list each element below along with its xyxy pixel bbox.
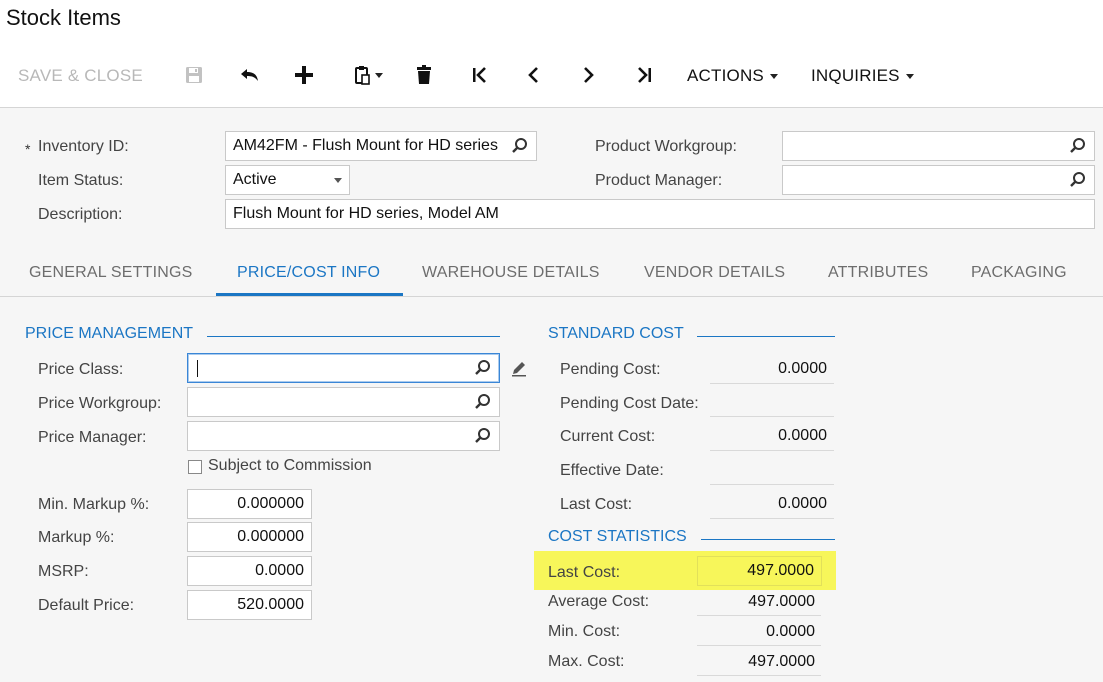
search-icon[interactable] — [1069, 171, 1087, 189]
section-divider — [701, 539, 835, 540]
actions-menu[interactable]: ACTIONS — [687, 66, 778, 86]
msrp-label: MSRP: — [38, 563, 89, 580]
max-cost-label: Max. Cost: — [548, 653, 625, 670]
subject-to-commission-checkbox[interactable] — [188, 460, 202, 474]
pending-cost-label: Pending Cost: — [560, 361, 661, 378]
effective-date-label: Effective Date: — [560, 462, 664, 479]
price-workgroup-label: Price Workgroup: — [38, 395, 162, 412]
pending-cost-value: 0.0000 — [778, 360, 827, 377]
price-workgroup-field[interactable] — [187, 387, 500, 417]
item-status-select[interactable]: Active — [225, 165, 350, 195]
field-underline — [710, 484, 834, 485]
next-record-icon[interactable] — [574, 61, 602, 89]
item-status-value: Active — [233, 171, 277, 188]
inventory-id-value: AM42FM - Flush Mount for HD series — [233, 137, 498, 154]
description-field[interactable]: Flush Mount for HD series, Model AM — [225, 199, 1095, 229]
markup-field[interactable]: 0.000000 — [187, 522, 312, 552]
max-cost-value: 497.0000 — [748, 653, 815, 670]
stat-last-cost-value: 497.0000 — [747, 562, 814, 579]
actions-label: ACTIONS — [687, 66, 764, 85]
undo-icon[interactable] — [236, 61, 264, 89]
average-cost-value: 497.0000 — [748, 593, 815, 610]
search-icon[interactable] — [474, 393, 492, 411]
min-markup-field[interactable]: 0.000000 — [187, 489, 312, 519]
chevron-down-icon — [769, 74, 778, 80]
delete-icon[interactable] — [410, 61, 438, 89]
save-icon[interactable] — [180, 61, 208, 89]
default-price-label: Default Price: — [38, 597, 135, 614]
edit-pencil-icon[interactable] — [510, 359, 528, 382]
stat-last-cost-field: 497.0000 — [697, 556, 822, 586]
tab-vendor-details[interactable]: VENDOR DETAILS — [644, 264, 785, 282]
min-markup-value: 0.000000 — [237, 495, 304, 512]
search-icon[interactable] — [474, 427, 492, 445]
price-class-label: Price Class: — [38, 361, 124, 378]
tab-packaging[interactable]: PACKAGING — [971, 264, 1067, 282]
first-record-icon[interactable] — [466, 61, 494, 89]
previous-record-icon[interactable] — [520, 61, 548, 89]
product-workgroup-label: Product Workgroup: — [595, 138, 737, 155]
current-cost-label: Current Cost: — [560, 428, 656, 445]
min-markup-label: Min. Markup %: — [38, 496, 150, 513]
product-workgroup-field[interactable] — [782, 131, 1095, 161]
description-value: Flush Mount for HD series, Model AM — [233, 205, 499, 222]
search-icon[interactable] — [511, 137, 529, 155]
chevron-down-icon — [334, 177, 342, 183]
min-cost-label: Min. Cost: — [548, 623, 621, 640]
search-icon[interactable] — [474, 359, 492, 377]
field-underline — [710, 450, 834, 451]
inventory-id-field[interactable]: AM42FM - Flush Mount for HD series — [225, 131, 537, 161]
min-cost-value: 0.0000 — [766, 623, 815, 640]
field-underline — [710, 518, 834, 519]
text-cursor — [197, 360, 198, 377]
markup-label: Markup %: — [38, 529, 115, 546]
product-manager-field[interactable] — [782, 165, 1095, 195]
field-underline — [697, 615, 821, 616]
field-underline — [697, 675, 821, 676]
std-last-cost-value: 0.0000 — [778, 495, 827, 512]
inventory-id-label: Inventory ID: — [38, 138, 129, 155]
stat-last-cost-label: Last Cost: — [548, 564, 621, 581]
tab-warehouse-details[interactable]: WAREHOUSE DETAILS — [422, 264, 600, 282]
item-status-label: Item Status: — [38, 172, 124, 189]
default-price-value: 520.0000 — [237, 596, 304, 613]
default-price-field[interactable]: 520.0000 — [187, 590, 312, 620]
tab-attributes[interactable]: ATTRIBUTES — [828, 264, 928, 282]
msrp-field[interactable]: 0.0000 — [187, 556, 312, 586]
search-icon[interactable] — [1069, 137, 1087, 155]
save-close-button[interactable]: SAVE & CLOSE — [18, 66, 143, 86]
field-underline — [697, 645, 821, 646]
inquiries-menu[interactable]: INQUIRIES — [811, 66, 914, 86]
product-manager-label: Product Manager: — [595, 172, 723, 189]
standard-cost-title: STANDARD COST — [548, 325, 684, 342]
chevron-down-icon — [905, 74, 914, 80]
std-last-cost-label: Last Cost: — [560, 496, 633, 513]
msrp-value: 0.0000 — [255, 562, 304, 579]
cost-statistics-title: COST STATISTICS — [548, 528, 687, 545]
tab-price-cost-info[interactable]: PRICE/COST INFO — [237, 264, 380, 282]
average-cost-label: Average Cost: — [548, 593, 650, 610]
required-mark: * — [25, 141, 31, 157]
subject-to-commission-label: Subject to Commission — [208, 457, 372, 474]
price-management-title: PRICE MANAGEMENT — [25, 325, 194, 342]
description-label: Description: — [38, 206, 123, 223]
price-class-field[interactable] — [187, 353, 500, 383]
section-divider — [207, 336, 500, 337]
inquiries-label: INQUIRIES — [811, 66, 900, 85]
field-underline — [710, 416, 834, 417]
copy-paste-icon[interactable] — [346, 61, 390, 89]
section-divider — [697, 336, 835, 337]
field-underline — [710, 383, 834, 384]
pending-cost-date-label: Pending Cost Date: — [560, 395, 699, 412]
markup-value: 0.000000 — [237, 528, 304, 545]
tab-general-settings[interactable]: GENERAL SETTINGS — [29, 264, 193, 282]
price-manager-field[interactable] — [187, 421, 500, 451]
last-record-icon[interactable] — [630, 61, 658, 89]
price-manager-label: Price Manager: — [38, 429, 147, 446]
add-icon[interactable] — [290, 61, 318, 89]
current-cost-value: 0.0000 — [778, 427, 827, 444]
page-title: Stock Items — [6, 5, 121, 30]
